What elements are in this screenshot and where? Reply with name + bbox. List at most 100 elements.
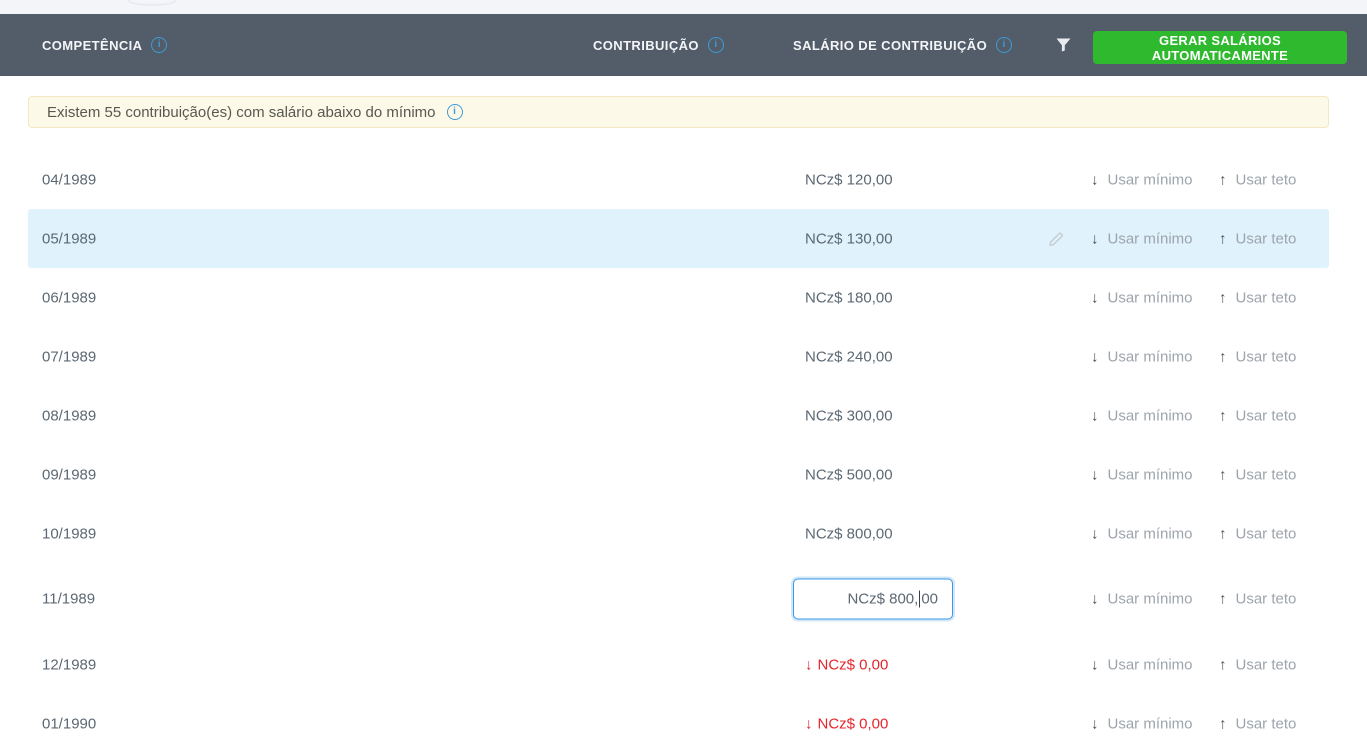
- below-minimum-arrow-icon: ↓: [805, 715, 813, 732]
- usar-minimo-label: Usar mínimo: [1108, 230, 1193, 247]
- competencia-cell: 01/1990: [42, 715, 96, 732]
- info-icon[interactable]: i: [708, 37, 724, 53]
- edit-pencil-icon[interactable]: [1048, 230, 1065, 247]
- usar-teto-button[interactable]: ↑Usar teto: [1219, 230, 1296, 247]
- up-arrow-icon: ↑: [1219, 525, 1227, 542]
- usar-teto-button[interactable]: ↑Usar teto: [1219, 466, 1296, 483]
- usar-teto-label: Usar teto: [1236, 656, 1297, 673]
- usar-teto-label: Usar teto: [1236, 348, 1297, 365]
- table-row[interactable]: 01/1990↓NCz$ 0,00↓Usar mínimo↑Usar teto: [28, 694, 1329, 753]
- usar-teto-button[interactable]: ↑ Usar teto: [1219, 715, 1296, 732]
- usar-teto-label: Usar teto: [1236, 466, 1297, 483]
- table-row[interactable]: 08/1989 NCz$ 300,00 ↓Usar mínimo ↑Usar teto: [28, 386, 1329, 445]
- up-arrow-icon: ↑: [1219, 230, 1227, 247]
- table-row[interactable]: 06/1989 NCz$ 180,00 ↓ Usar mínimo ↑ Usar teto: [28, 268, 1329, 327]
- column-header-label: SALÁRIO DE CONTRIBUIÇÃO: [793, 38, 987, 53]
- warning-banner: Existem 55 contribuição(es) com salário …: [28, 96, 1329, 128]
- down-arrow-icon: ↓: [1091, 466, 1099, 483]
- salario-contribuicao-cell-below-minimum[interactable]: ↓NCz$ 0,00: [805, 715, 888, 732]
- info-icon[interactable]: i: [447, 104, 463, 120]
- table-row[interactable]: 11/1989 NCz$ 800,00 ↓ Usar mínimo ↑ Usar teto: [28, 563, 1329, 635]
- input-value-before-caret: NCz$ 800,: [847, 591, 918, 608]
- salario-contribuicao-cell-below-minimum[interactable]: ↓ NCz$ 0,00: [805, 656, 888, 673]
- usar-minimo-label: Usar mínimo: [1108, 171, 1193, 188]
- competencia-cell: 06/1989: [42, 289, 96, 306]
- table-row[interactable]: 09/1989NCz$ 500,00↓Usar mínimo↑Usar teto: [28, 445, 1329, 504]
- usar-minimo-label: Usar mínimo: [1108, 466, 1193, 483]
- usar-teto-button[interactable]: ↑ Usar teto: [1219, 656, 1296, 673]
- column-header-salario-de-contribuicao: SALÁRIO DE CONTRIBUIÇÃO i: [793, 14, 1012, 76]
- usar-minimo-label: Usar mínimo: [1108, 348, 1193, 365]
- up-arrow-icon: ↑: [1219, 715, 1227, 732]
- table-row[interactable]: 04/1989 NCz$ 120,00 ↓Usar mínimo ↑ Usar teto: [28, 150, 1329, 209]
- usar-teto-label: Usar teto: [1236, 171, 1297, 188]
- usar-minimo-button[interactable]: ↓Usar mínimo: [1091, 171, 1193, 188]
- table-row[interactable]: 10/1989NCz$ 800,00↓Usar mínimo↑Usar teto: [28, 504, 1329, 563]
- usar-teto-button[interactable]: ↑ Usar teto: [1219, 171, 1296, 188]
- down-arrow-icon: ↓: [1091, 525, 1099, 542]
- table-row[interactable]: 07/1989NCz$ 240,00↓Usar mínimo↑Usar teto: [28, 327, 1329, 386]
- salario-value: NCz$ 0,00: [818, 656, 889, 673]
- usar-minimo-label: Usar mínimo: [1108, 656, 1193, 673]
- below-minimum-arrow-icon: ↓: [805, 656, 813, 673]
- usar-minimo-label: Usar mínimo: [1108, 715, 1193, 732]
- salario-contribuicao-cell[interactable]: NCz$ 300,00: [805, 407, 893, 424]
- competencia-cell: 08/1989: [42, 407, 96, 424]
- usar-teto-label: Usar teto: [1236, 525, 1297, 542]
- usar-minimo-button[interactable]: ↓ Usar mínimo: [1091, 466, 1193, 483]
- up-arrow-icon: ↑: [1219, 171, 1227, 188]
- salario-contribuicao-cell[interactable]: NCz$ 500,00: [805, 466, 893, 483]
- usar-teto-label: Usar teto: [1236, 591, 1297, 608]
- salario-contribuicao-cell[interactable]: NCz$ 240,00: [805, 348, 893, 365]
- usar-minimo-button[interactable]: ↓Usar mínimo: [1091, 407, 1193, 424]
- down-arrow-icon: ↓: [1091, 656, 1099, 673]
- down-arrow-icon: ↓: [1091, 591, 1099, 608]
- info-icon[interactable]: i: [996, 37, 1012, 53]
- salario-contribuicao-input[interactable]: NCz$ 800,00: [793, 579, 953, 620]
- warning-banner-text: Existem 55 contribuição(es) com salário …: [47, 104, 436, 121]
- filter-icon[interactable]: [1056, 14, 1071, 76]
- competencia-cell: 11/1989: [42, 591, 95, 608]
- usar-minimo-button[interactable]: ↓ Usar mínimo: [1091, 715, 1193, 732]
- usar-teto-button[interactable]: ↑ Usar teto: [1219, 525, 1296, 542]
- competencia-cell: 05/1989: [42, 230, 96, 247]
- info-icon[interactable]: i: [151, 37, 167, 53]
- table-row[interactable]: 12/1989 ↓ NCz$ 0,00 ↓ Usar mínimo ↑ Usar teto: [28, 635, 1329, 694]
- usar-teto-button[interactable]: ↑Usar teto: [1219, 407, 1296, 424]
- salario-contribuicao-cell[interactable]: NCz$ 120,00: [805, 171, 893, 188]
- up-arrow-icon: ↑: [1219, 407, 1227, 424]
- usar-minimo-button[interactable]: ↓ Usar mínimo: [1091, 348, 1193, 365]
- up-arrow-icon: ↑: [1219, 656, 1227, 673]
- usar-minimo-button[interactable]: ↓ Usar mínimo: [1091, 525, 1193, 542]
- usar-teto-button[interactable]: ↑ Usar teto: [1219, 289, 1296, 306]
- salario-contribuicao-cell[interactable]: NCz$ 800,00: [805, 525, 893, 542]
- salario-contribuicao-cell[interactable]: NCz$ 180,00: [805, 289, 893, 306]
- usar-minimo-button[interactable]: ↓ Usar mínimo: [1091, 230, 1193, 247]
- contributions-table-body: 04/1989NCz$ 120,00↓Usar mínimo↑Usar teto…: [28, 150, 1329, 753]
- down-arrow-icon: ↓: [1091, 230, 1099, 247]
- usar-teto-button[interactable]: ↑Usar teto: [1219, 348, 1296, 365]
- competencia-cell: 12/1989: [42, 656, 96, 673]
- input-value-after-caret: 00: [921, 591, 938, 608]
- generate-salaries-button[interactable]: GERAR SALÁRIOS AUTOMATICAMENTE: [1093, 31, 1347, 64]
- table-row[interactable]: 05/1989 NCz$ 130,00 ↓ Usar mínimo ↑Usar teto: [28, 209, 1329, 268]
- usar-minimo-label: Usar mínimo: [1108, 525, 1193, 542]
- usar-minimo-button[interactable]: ↓ Usar mínimo: [1091, 289, 1193, 306]
- salario-contribuicao-cell[interactable]: NCz$ 130,00: [805, 230, 893, 247]
- usar-teto-button[interactable]: ↑ Usar teto: [1219, 591, 1296, 608]
- text-caret: [919, 591, 920, 608]
- usar-minimo-button[interactable]: ↓ Usar mínimo: [1091, 591, 1193, 608]
- usar-minimo-label: Usar mínimo: [1108, 591, 1193, 608]
- usar-minimo-label: Usar mínimo: [1108, 407, 1193, 424]
- up-arrow-icon: ↑: [1219, 591, 1227, 608]
- usar-minimo-button[interactable]: ↓ Usar mínimo: [1091, 656, 1193, 673]
- up-arrow-icon: ↑: [1219, 289, 1227, 306]
- down-arrow-icon: ↓: [1091, 289, 1099, 306]
- competencia-cell: 04/1989: [42, 171, 96, 188]
- down-arrow-icon: ↓: [1091, 348, 1099, 365]
- usar-teto-label: Usar teto: [1236, 289, 1297, 306]
- column-header-label: CONTRIBUIÇÃO: [593, 38, 699, 53]
- usar-teto-label: Usar teto: [1236, 715, 1297, 732]
- usar-minimo-label: Usar mínimo: [1108, 289, 1193, 306]
- down-arrow-icon: ↓: [1091, 715, 1099, 732]
